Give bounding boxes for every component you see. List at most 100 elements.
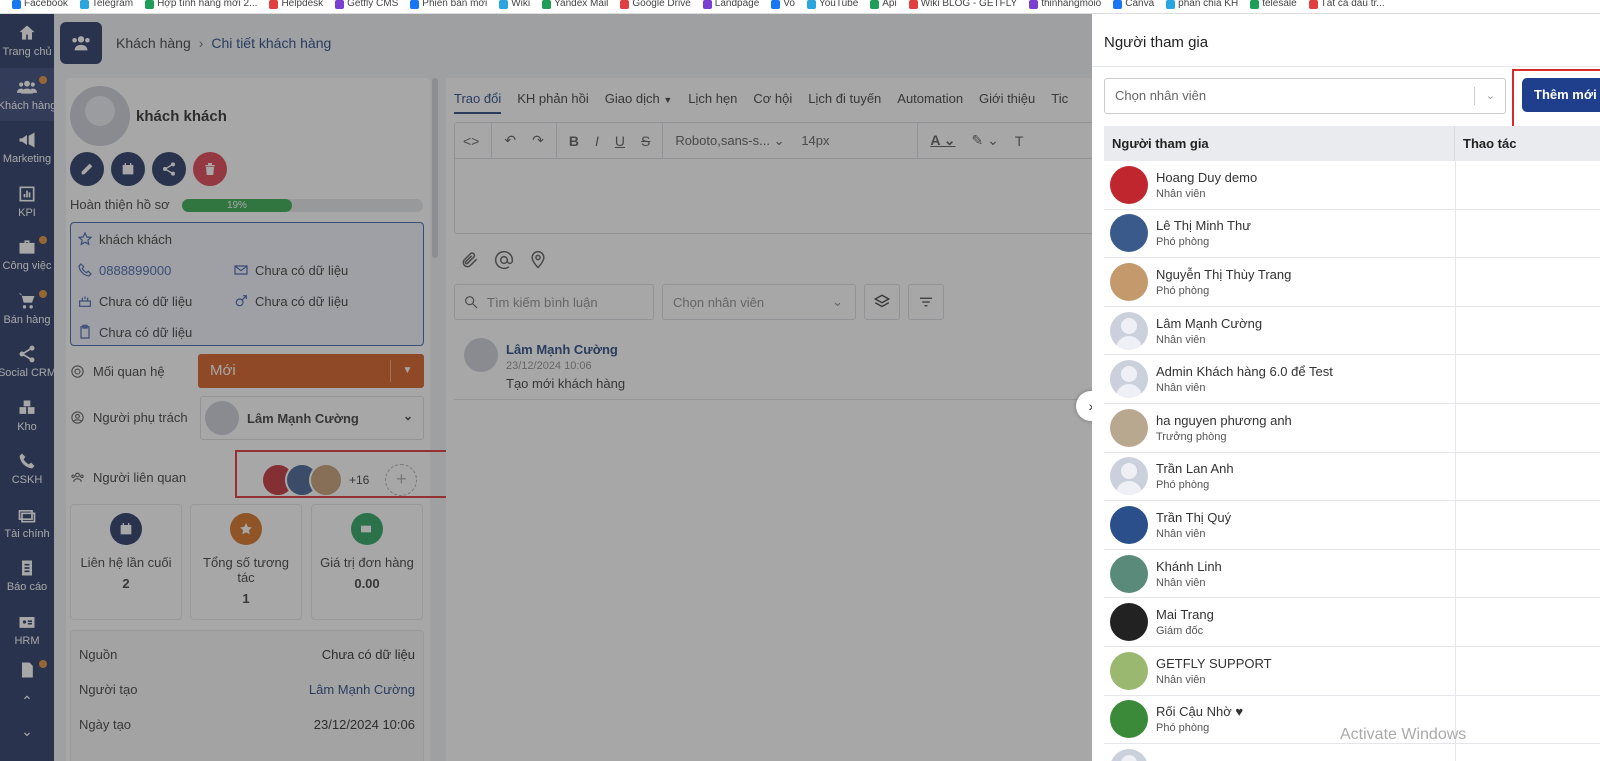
bookmark-label: Getfly CMS (347, 0, 399, 9)
bookmark-favicon-icon (1166, 0, 1176, 9)
participant-name: Trần Lan Anh (1156, 461, 1234, 477)
bookmark-favicon-icon (542, 0, 552, 9)
avatar (1110, 262, 1148, 301)
table-row: Nguyễn Thị Thùy Trang Phó phòng (1104, 258, 1600, 307)
bookmark-label: Hợp tình hàng mới 2... (157, 0, 258, 9)
participant-name: Nguyễn Thị Thùy Trang (1156, 266, 1292, 282)
participant-name: GETFLY SUPPORT (1156, 655, 1272, 671)
bookmark-item[interactable]: YouTube (801, 0, 858, 9)
participant-name: Rối Cậu Nhờ ♥ (1156, 704, 1244, 720)
table-row: Admin Khách hàng 6.0 để Test Nhân viên (1104, 355, 1600, 404)
bookmark-label: thinhangmoio (1041, 0, 1102, 9)
bookmark-favicon-icon (269, 0, 279, 9)
bookmark-item[interactable]: Canva (1107, 0, 1154, 9)
avatar (1110, 505, 1148, 544)
avatar (1110, 554, 1148, 593)
bookmark-item[interactable]: Phiên bản mới (404, 0, 487, 9)
bookmark-item[interactable]: Api (864, 0, 897, 9)
windows-watermark: Activate Windows (1340, 726, 1467, 743)
avatar (1110, 457, 1148, 496)
participant-role: Nhân viên (1156, 382, 1206, 395)
modal-backdrop[interactable] (0, 14, 1092, 761)
bookmark-favicon-icon (145, 0, 155, 9)
bookmark-item[interactable]: Telegram (74, 0, 133, 9)
bookmark-item[interactable]: phân chia KH (1160, 0, 1238, 9)
avatar (1110, 214, 1148, 253)
bookmark-favicon-icon (806, 0, 816, 9)
bookmark-label: Helpdesk (281, 0, 324, 9)
bookmark-item[interactable]: Tất cả dấu tr... (1303, 0, 1385, 9)
bookmark-favicon-icon (771, 0, 781, 9)
bookmark-favicon-icon (12, 0, 21, 9)
participant-role: Phó phòng (1156, 722, 1210, 735)
participant-name: ha nguyen phương anh (1156, 412, 1292, 428)
bookmark-item[interactable]: Helpdesk (263, 0, 323, 9)
col-action: Thao tác (1463, 136, 1517, 151)
participant-name: Trần Thị Quý (1156, 509, 1232, 525)
bookmark-item[interactable]: Vo (765, 0, 795, 9)
bookmark-label: Yandex Mail (554, 0, 609, 9)
bookmark-label: Telegram (91, 0, 134, 9)
participant-name: Khánh Linh (1156, 558, 1222, 574)
participant-name: Hoang Duy demo (1156, 169, 1258, 185)
bookmark-label: Wiki (511, 0, 531, 9)
avatar (1110, 651, 1148, 690)
highlight-box (1512, 69, 1600, 131)
chevron-down-icon: ⌄ (1485, 90, 1495, 102)
bookmark-item[interactable]: Hợp tình hàng mới 2... (139, 0, 257, 9)
participant-role: Phó phòng (1156, 236, 1210, 249)
table-row: Lâm Mạnh Cường Nhân viên (1104, 306, 1600, 356)
participant-name: Mai Trang (1156, 607, 1214, 623)
bookmark-label: phân chia KH (1178, 0, 1239, 9)
bookmark-item[interactable]: Yandex Mail (536, 0, 608, 9)
bookmark-label: telesale (1262, 0, 1297, 9)
participant-role: Trưởng phòng (1156, 430, 1227, 443)
participants-drawer: Người tham gia Chọn nhân viên ⌄ Thêm mới … (1092, 14, 1600, 761)
bookmark-label: Facebook (24, 0, 68, 9)
bookmark-favicon-icon (335, 0, 345, 9)
bookmark-favicon-icon (1113, 0, 1123, 9)
participant-name: Lâm Mạnh Cường (1156, 315, 1263, 331)
bookmark-favicon-icon (702, 0, 712, 9)
bookmark-label: Google Drive (632, 0, 691, 9)
participant-role: Phó phòng (1156, 284, 1210, 297)
participant-role: Nhân viên (1156, 187, 1206, 200)
participant-role: Nhân viên (1156, 673, 1206, 686)
bookmark-favicon-icon (870, 0, 880, 9)
avatar (1110, 165, 1148, 204)
table-header: Người tham gia Thao tác (1104, 126, 1600, 161)
participant-role: Nhân viên (1156, 576, 1206, 589)
participant-name: Admin Khách hàng 6.0 để Test (1156, 364, 1333, 380)
drawer-title: Người tham gia (1104, 34, 1209, 51)
bookmark-favicon-icon (79, 0, 89, 9)
bookmark-label: Landpage (714, 0, 760, 9)
bookmark-item[interactable]: Facebook (6, 0, 68, 9)
bookmark-favicon-icon (908, 0, 918, 9)
avatar (1110, 603, 1148, 642)
table-row: Mai Trang Giám đốc (1104, 598, 1600, 647)
staff-select[interactable]: Chọn nhân viên ⌄ (1104, 78, 1506, 114)
bookmark-label: Api (882, 0, 897, 9)
bookmark-item[interactable]: Google Drive (614, 0, 691, 9)
avatar (1110, 360, 1148, 399)
avatar (1110, 700, 1148, 739)
avatar (1110, 408, 1148, 447)
table-row: Trần Lan Anh Phó phòng (1104, 452, 1600, 502)
bookmark-favicon-icon (499, 0, 509, 9)
bookmark-item[interactable]: thinhangmoio (1023, 0, 1101, 9)
bookmark-item[interactable]: Wiki BLOG - GETFLY (903, 0, 1017, 9)
table-row: Hoang Duy demo Nhân viên (1104, 161, 1600, 210)
participants-table: Người tham gia Thao tác Hoang Duy demo Nhâ… (1104, 126, 1600, 761)
avatar (1110, 311, 1148, 350)
bookmark-favicon-icon (1308, 0, 1318, 9)
participant-role: Phó phòng (1156, 479, 1210, 492)
table-row: Lê Thị Minh Thư Phó phòng (1104, 209, 1600, 259)
bookmark-item[interactable]: Landpage (697, 0, 760, 9)
bookmark-item[interactable]: Getfly CMS (329, 0, 398, 9)
bookmark-item[interactable]: Wiki (493, 0, 530, 9)
bookmark-item[interactable]: telesale (1244, 0, 1297, 9)
staff-select-placeholder: Chọn nhân viên (1115, 88, 1207, 103)
participant-role: Giám đốc (1156, 625, 1204, 638)
table-row: Khánh Linh Nhân viên (1104, 549, 1600, 599)
col-participant: Người tham gia (1104, 126, 1455, 161)
